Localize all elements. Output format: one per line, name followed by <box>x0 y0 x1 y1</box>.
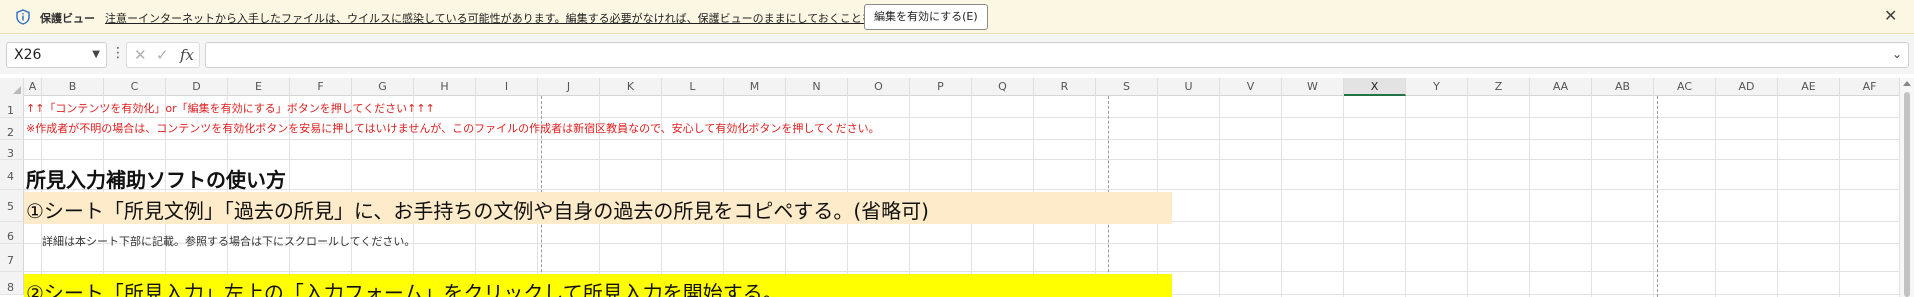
name-box[interactable]: X26 ▼ <box>6 42 107 68</box>
column-header-u[interactable]: U <box>1158 78 1220 96</box>
column-header-d[interactable]: D <box>166 78 228 96</box>
scrollbar-thumb[interactable] <box>1904 92 1910 297</box>
row-header-5[interactable]: 5 <box>0 190 24 222</box>
column-header-s[interactable]: S <box>1096 78 1158 96</box>
column-headers: A B C D E F G H I J K L M N O P Q R S U V W X Y Z AA AB AC AD AE AF <box>0 78 1900 96</box>
column-header-y[interactable]: Y <box>1406 78 1468 96</box>
column-header-w[interactable]: W <box>1282 78 1344 96</box>
column-header-ad[interactable]: AD <box>1716 78 1778 96</box>
column-header-r[interactable]: R <box>1034 78 1096 96</box>
row-header-7[interactable]: 7 <box>0 244 24 272</box>
row-gridline <box>24 189 1900 190</box>
column-header-q[interactable]: Q <box>972 78 1034 96</box>
formula-input[interactable]: ⌄ <box>205 42 1909 68</box>
row-header-2[interactable]: 2 <box>0 118 24 140</box>
cancel-icon[interactable]: ✕ <box>134 46 147 64</box>
column-header-i[interactable]: I <box>476 78 538 96</box>
protected-view-bar: 保護ビュー 注意ーインターネットから入手したファイルは、ウイルスに感染している可… <box>0 0 1914 34</box>
protected-view-title: 保護ビュー <box>40 12 95 25</box>
name-box-value: X26 <box>14 47 42 63</box>
row-header-8[interactable]: 8 <box>0 272 24 295</box>
column-gridline <box>1281 96 1282 297</box>
column-header-j[interactable]: J <box>538 78 600 96</box>
column-gridline <box>1715 96 1716 297</box>
enter-icon[interactable]: ✓ <box>156 46 169 64</box>
column-header-f[interactable]: F <box>290 78 352 96</box>
column-header-ac[interactable]: AC <box>1654 78 1716 96</box>
column-header-e[interactable]: E <box>228 78 290 96</box>
formula-actions: ✕ ✓ fx <box>126 42 200 68</box>
shield-icon <box>16 9 30 25</box>
row-header-3[interactable]: 3 <box>0 140 24 160</box>
column-header-aa[interactable]: AA <box>1530 78 1592 96</box>
page-break-line <box>1657 96 1658 297</box>
cell-a4-heading[interactable]: 所見入力補助ソフトの使い方 <box>26 164 286 193</box>
column-header-g[interactable]: G <box>352 78 414 96</box>
expand-formula-icon[interactable]: ⌄ <box>1892 47 1902 61</box>
column-header-h[interactable]: H <box>414 78 476 96</box>
column-gridline <box>1653 96 1654 297</box>
scroll-up-icon[interactable] <box>1903 81 1911 86</box>
column-gridline <box>1219 96 1220 297</box>
enable-editing-button[interactable]: 編集を有効にする(E) <box>864 4 988 30</box>
close-icon[interactable]: ✕ <box>1884 8 1897 24</box>
column-header-z[interactable]: Z <box>1468 78 1530 96</box>
column-header-l[interactable]: L <box>662 78 724 96</box>
vertical-scrollbar[interactable] <box>1900 78 1914 297</box>
chevron-down-icon[interactable]: ▼ <box>92 43 100 67</box>
cell-a1[interactable]: ↑↑「コンテンツを有効化」or「編集を有効にする」ボタンを押してください↑↑↑ <box>26 100 435 116</box>
column-header-x[interactable]: X <box>1344 78 1406 96</box>
row-gridline <box>24 271 1900 272</box>
column-header-n[interactable]: N <box>786 78 848 96</box>
column-gridline <box>1839 96 1840 297</box>
spreadsheet-grid[interactable]: A B C D E F G H I J K L M N O P Q R S U V W X Y Z AA AB AC AD AE AF 12… <box>0 78 1914 297</box>
column-header-k[interactable]: K <box>600 78 662 96</box>
row-header-1[interactable]: 1 <box>0 96 24 118</box>
formula-bar: X26 ▼ ⋮ ✕ ✓ fx ⌄ <box>0 34 1914 74</box>
column-header-p[interactable]: P <box>910 78 972 96</box>
row-gridline <box>24 139 1900 140</box>
column-header-ae[interactable]: AE <box>1778 78 1840 96</box>
column-header-ab[interactable]: AB <box>1592 78 1654 96</box>
cell-a5[interactable]: ①シート「所見文例」「過去の所見」に、お手持ちの文例や自身の過去の所見をコピペす… <box>26 195 929 224</box>
column-header-o[interactable]: O <box>848 78 910 96</box>
insert-function-icon[interactable]: fx <box>180 46 194 64</box>
column-gridline <box>1777 96 1778 297</box>
column-header-af[interactable]: AF <box>1840 78 1900 96</box>
row-gridline <box>24 117 1900 118</box>
row-header-4[interactable]: 4 <box>0 160 24 190</box>
column-gridline <box>1591 96 1592 297</box>
row-header-6[interactable]: 6 <box>0 222 24 244</box>
column-header-m[interactable]: M <box>724 78 786 96</box>
column-gridline <box>1529 96 1530 297</box>
cell-a2[interactable]: ※作成者が不明の場合は、コンテンツを有効化ボタンを安易に押してはいけませんが、こ… <box>26 120 880 136</box>
select-all-corner[interactable] <box>0 78 24 96</box>
cell-b6[interactable]: 詳細は本シート下部に記載。参照する場合は下にスクロールしてください。 <box>42 233 415 249</box>
column-header-v[interactable]: V <box>1220 78 1282 96</box>
more-options-icon[interactable]: ⋮ <box>111 46 125 60</box>
column-gridline <box>1467 96 1468 297</box>
column-header-a[interactable]: A <box>24 78 42 96</box>
column-header-c[interactable]: C <box>104 78 166 96</box>
cell-a8[interactable]: ②シート「所見入力」左上の「入力フォーム」をクリックして所見入力を開始する。 <box>26 277 783 297</box>
protected-view-message[interactable]: 注意ーインターネットから入手したファイルは、ウイルスに感染している可能性がありま… <box>105 10 949 26</box>
column-gridline <box>1343 96 1344 297</box>
column-header-b[interactable]: B <box>42 78 104 96</box>
row-gridline <box>24 159 1900 160</box>
column-gridline <box>1405 96 1406 297</box>
